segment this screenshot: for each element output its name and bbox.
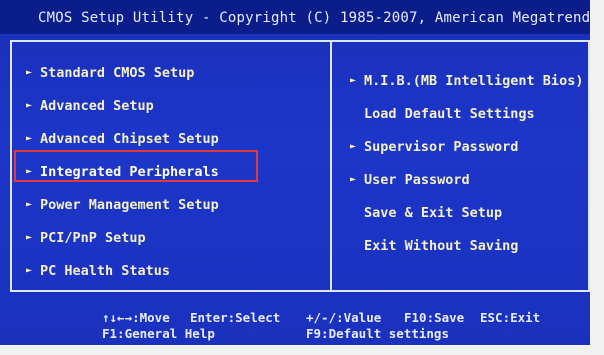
photo-edge-right bbox=[590, 0, 604, 355]
right-menu: ► M.I.B.(MB Intelligent Bios) Load Defau… bbox=[350, 64, 583, 262]
bios-screen: CMOS Setup Utility - Copyright (C) 1985-… bbox=[0, 0, 604, 355]
menu-item-label: Exit Without Saving bbox=[364, 237, 519, 254]
title-text: CMOS Setup Utility - Copyright (C) 1985-… bbox=[38, 10, 604, 26]
menu-divider bbox=[330, 40, 332, 292]
help-save: F10:Save bbox=[404, 310, 465, 325]
menu-item-label: Load Default Settings bbox=[364, 105, 535, 122]
help-exit: ESC:Exit bbox=[480, 310, 541, 325]
menu-item-power-management-setup[interactable]: ► Power Management Setup bbox=[26, 188, 219, 221]
menu-item-label: Supervisor Password bbox=[364, 138, 519, 155]
menu-item-advanced-setup[interactable]: ► Advanced Setup bbox=[26, 89, 219, 122]
menu-item-label: PC Health Status bbox=[40, 262, 171, 279]
menu-item-exit-without-saving[interactable]: Exit Without Saving bbox=[350, 229, 583, 262]
menu-item-pci-pnp-setup[interactable]: ► PCI/PnP Setup bbox=[26, 221, 219, 254]
help-select: Enter:Select bbox=[190, 310, 281, 325]
menu-item-label: PCI/PnP Setup bbox=[40, 229, 146, 246]
arrow-icon: ► bbox=[350, 141, 357, 152]
menu-item-label: User Password bbox=[364, 171, 470, 188]
arrow-icon: ► bbox=[350, 174, 357, 185]
menu-item-user-password[interactable]: ► User Password bbox=[350, 163, 583, 196]
menu-item-mib[interactable]: ► M.I.B.(MB Intelligent Bios) bbox=[350, 64, 583, 97]
arrow-icon: ► bbox=[26, 100, 33, 111]
arrow-icon: ► bbox=[350, 75, 357, 86]
help-move: ↑↓←→:Move bbox=[102, 310, 170, 325]
menu-item-pc-health-status[interactable]: ► PC Health Status bbox=[26, 254, 219, 287]
selection-highlight-box bbox=[14, 150, 258, 182]
arrow-icon: ► bbox=[26, 232, 33, 243]
menu-item-label: M.I.B.(MB Intelligent Bios) bbox=[364, 72, 584, 89]
key-help-footer: ↑↓←→:Move Enter:Select +/-/:Value F10:Sa… bbox=[10, 296, 590, 342]
menu-item-label: Advanced Chipset Setup bbox=[40, 130, 219, 147]
menu-item-standard-cmos-setup[interactable]: ► Standard CMOS Setup bbox=[26, 56, 219, 89]
menu-item-save-exit-setup[interactable]: Save & Exit Setup bbox=[350, 196, 583, 229]
help-general: F1:General Help bbox=[102, 326, 215, 341]
menu-item-label: Save & Exit Setup bbox=[364, 204, 503, 221]
help-defaults: F9:Default settings bbox=[306, 326, 449, 341]
arrow-icon: ► bbox=[26, 199, 33, 210]
menu-item-supervisor-password[interactable]: ► Supervisor Password bbox=[350, 130, 583, 163]
arrow-icon: ► bbox=[26, 265, 33, 276]
menu-item-label: Standard CMOS Setup bbox=[40, 64, 195, 81]
menu-item-label: Advanced Setup bbox=[40, 97, 154, 114]
help-value: +/-/:Value bbox=[306, 310, 382, 325]
menu-item-label: Power Management Setup bbox=[40, 196, 219, 213]
photo-edge-bottom bbox=[0, 345, 604, 355]
arrow-icon: ► bbox=[26, 133, 33, 144]
arrow-icon: ► bbox=[26, 67, 33, 78]
menu-item-load-default-settings[interactable]: Load Default Settings bbox=[350, 97, 583, 130]
title-bar: CMOS Setup Utility - Copyright (C) 1985-… bbox=[0, 0, 604, 34]
